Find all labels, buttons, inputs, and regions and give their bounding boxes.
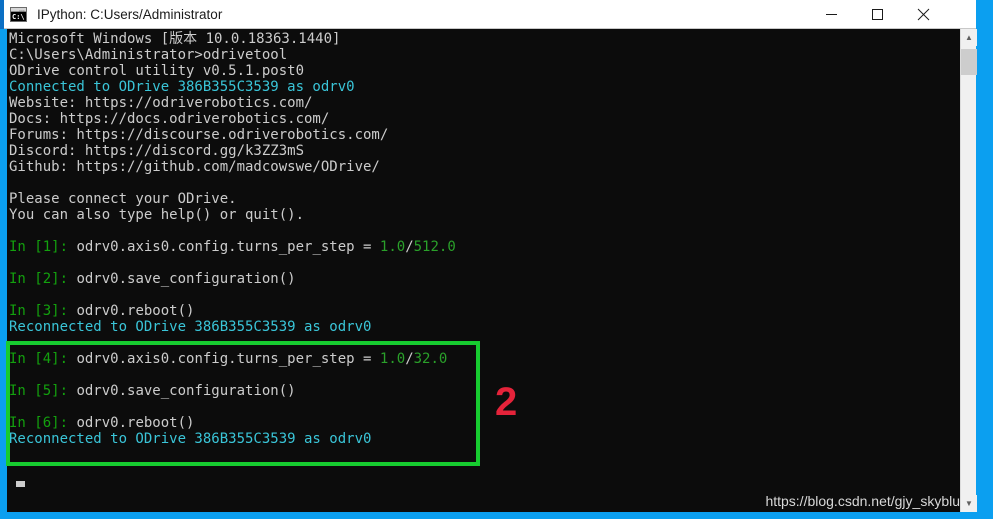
terminal-line: In [2]: odrv0.save_configuration()	[9, 271, 456, 287]
terminal-segment: In [2]:	[9, 271, 69, 287]
terminal-segment: In [4]:	[9, 351, 69, 367]
terminal-line: Website: https://odriverobotics.com/	[9, 95, 456, 111]
minimize-button[interactable]	[808, 0, 854, 28]
chevron-up-icon[interactable]: ▲	[961, 29, 977, 46]
terminal-line: C:\Users\Administrator>odrivetool	[9, 47, 456, 63]
terminal-text: Microsoft Windows [版本 10.0.18363.1440] C:…	[9, 31, 456, 447]
terminal-segment: odrv0.save_configuration()	[68, 383, 296, 399]
terminal-segment: Reconnected to ODrive 386B355C3539 as od…	[9, 319, 372, 335]
terminal-output-area[interactable]: Microsoft Windows [版本 10.0.18363.1440] C:…	[7, 29, 970, 512]
terminal-segment: You can also type help() or quit().	[9, 207, 305, 223]
terminal-line: You can also type help() or quit().	[9, 207, 456, 223]
close-button[interactable]	[900, 0, 946, 28]
terminal-segment: Website: https://odriverobotics.com/	[9, 95, 313, 111]
terminal-line: Reconnected to ODrive 386B355C3539 as od…	[9, 319, 456, 335]
terminal-line: Connected to ODrive 386B355C3539 as odrv…	[9, 79, 456, 95]
terminal-segment: Forums: https://discourse.odriverobotics…	[9, 127, 389, 143]
terminal-line: In [5]: odrv0.save_configuration()	[9, 383, 456, 399]
terminal-segment: /	[405, 351, 414, 367]
console-icon-prompt: C:\	[11, 12, 26, 21]
title-bar[interactable]: ••• C:\ IPython: C:Users/Administrator	[0, 0, 993, 29]
maximize-button[interactable]	[854, 0, 900, 28]
terminal-segment: Microsoft Windows [版本 10.0.18363.1440]	[9, 31, 341, 47]
terminal-line: Reconnected to ODrive 386B355C3539 as od…	[9, 431, 456, 447]
terminal-segment: In [3]:	[9, 303, 69, 319]
terminal-segment: 1.0	[379, 239, 406, 255]
console-window: ••• C:\ IPython: C:Users/Administrator M…	[0, 0, 993, 519]
terminal-line: In [3]: odrv0.reboot()	[9, 303, 456, 319]
console-icon: ••• C:\	[10, 7, 27, 22]
terminal-segment: Docs: https://docs.odriverobotics.com/	[9, 111, 330, 127]
terminal-segment: In [5]:	[9, 383, 69, 399]
terminal-segment: In [6]:	[9, 415, 69, 431]
terminal-segment: ODrive control utility v0.5.1.post0	[9, 63, 305, 79]
terminal-segment: odrv0.reboot()	[68, 303, 195, 319]
terminal-segment: Reconnected to ODrive 386B355C3539 as od…	[9, 431, 372, 447]
terminal-line: In [1]: odrv0.axis0.config.turns_per_ste…	[9, 239, 456, 255]
title-bar-right-edge	[976, 0, 993, 29]
vertical-scrollbar[interactable]: ▲ ▼	[960, 29, 977, 512]
terminal-segment: odrv0.save_configuration()	[68, 271, 296, 287]
terminal-segment: 512.0	[413, 239, 456, 255]
terminal-line: Github: https://github.com/madcowswe/ODr…	[9, 159, 456, 175]
terminal-segment: odrv0.axis0.config.turns_per_step =	[68, 239, 380, 255]
terminal-segment: In [1]:	[9, 239, 69, 255]
terminal-line: In [4]: odrv0.axis0.config.turns_per_ste…	[9, 351, 456, 367]
close-icon	[917, 8, 930, 21]
terminal-segment: odrv0.axis0.config.turns_per_step =	[68, 351, 380, 367]
terminal-segment: C:\Users\Administrator>odrivetool	[9, 47, 288, 63]
window-title: IPython: C:Users/Administrator	[37, 7, 223, 22]
terminal-segment: Please connect your ODrive.	[9, 191, 237, 207]
minimize-icon	[825, 8, 838, 21]
terminal-segment: 32.0	[413, 351, 448, 367]
terminal-segment: Github: https://github.com/madcowswe/ODr…	[9, 159, 380, 175]
terminal-segment: odrv0.reboot()	[68, 415, 195, 431]
terminal-line: Microsoft Windows [版本 10.0.18363.1440]	[9, 31, 456, 47]
terminal-line: In [6]: odrv0.reboot()	[9, 415, 456, 431]
terminal-line: Discord: https://discord.gg/k3ZZ3mS	[9, 143, 456, 159]
terminal-segment: Discord: https://discord.gg/k3ZZ3mS	[9, 143, 305, 159]
terminal-line: Please connect your ODrive.	[9, 191, 456, 207]
terminal-segment: /	[405, 239, 414, 255]
terminal-segment: 1.0	[379, 351, 406, 367]
watermark-text: https://blog.csdn.net/gjy_skyblu	[765, 493, 960, 509]
scrollbar-thumb[interactable]	[961, 49, 977, 75]
title-bar-accent	[0, 0, 4, 29]
text-cursor	[16, 481, 25, 487]
maximize-icon	[871, 8, 884, 21]
terminal-line: ODrive control utility v0.5.1.post0	[9, 63, 456, 79]
terminal-line: Forums: https://discourse.odriverobotics…	[9, 127, 456, 143]
chevron-down-icon[interactable]: ▼	[961, 495, 977, 512]
annotation-step-number: 2	[495, 380, 518, 424]
terminal-segment: Connected to ODrive 386B355C3539 as odrv…	[9, 79, 355, 95]
terminal-line: Docs: https://docs.odriverobotics.com/	[9, 111, 456, 127]
